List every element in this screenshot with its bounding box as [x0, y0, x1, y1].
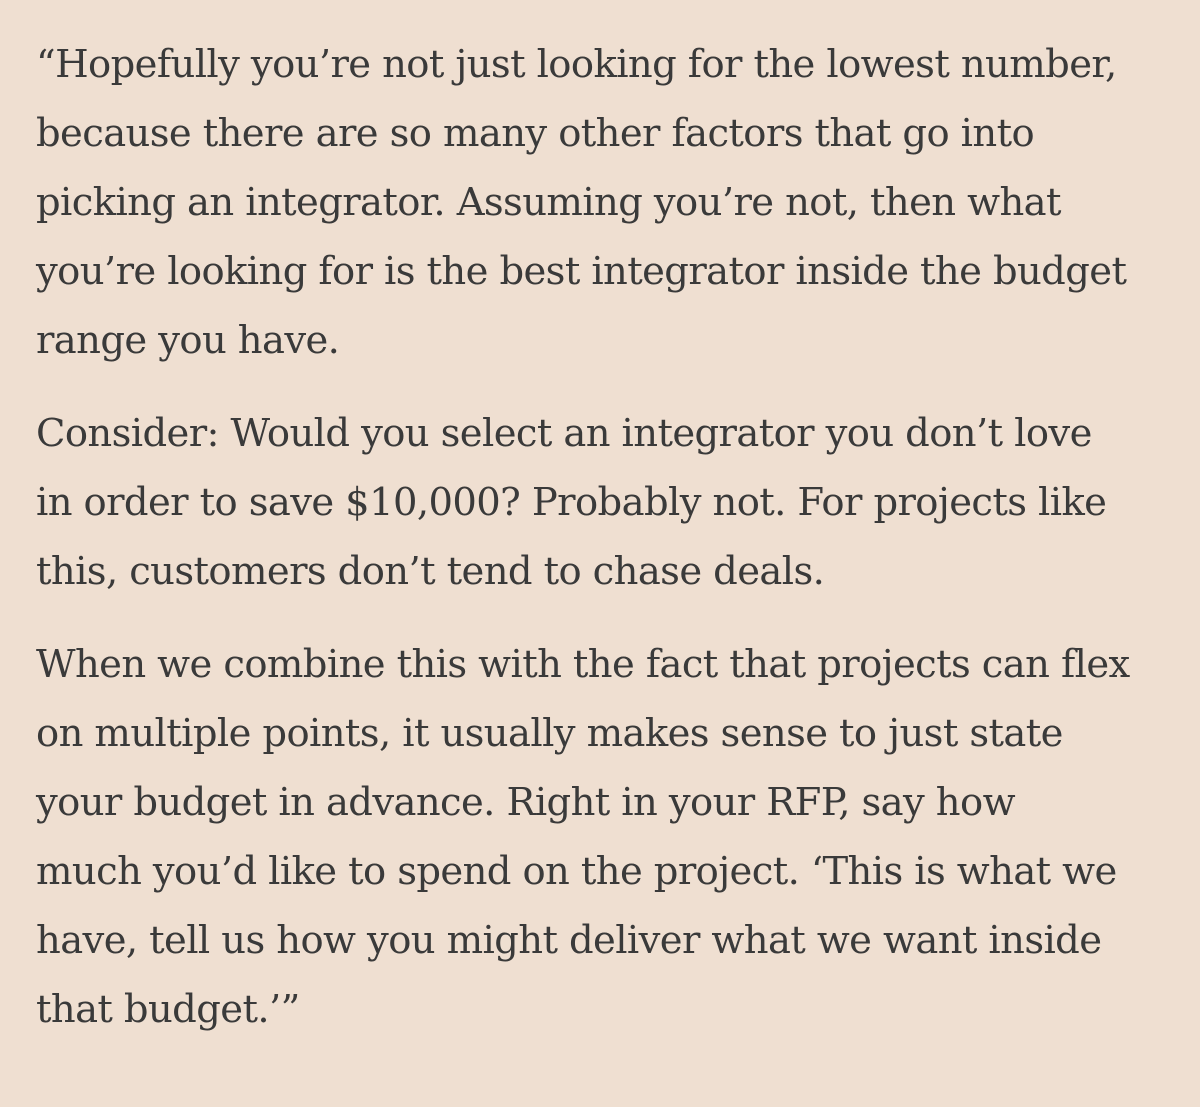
- text-line: “Hopefully you’re not just looking for t…: [36, 42, 1117, 87]
- text-line: much you’d like to spend on the project.…: [36, 849, 1117, 894]
- text-line: because there are so many other factors …: [36, 111, 1035, 156]
- text-line: Consider: Would you select an integrator…: [36, 411, 1092, 456]
- text-line: have, tell us how you might deliver what…: [36, 918, 1102, 963]
- paragraph-consider-savings: Consider: Would you select an integrator…: [36, 399, 1164, 606]
- text-line: you’re looking for is the best integrato…: [36, 249, 1127, 294]
- text-line: in order to save $10,000? Probably not. …: [36, 480, 1107, 525]
- article-quote: “Hopefully you’re not just looking for t…: [0, 0, 1200, 1107]
- text-line: your budget in advance. Right in your RF…: [36, 780, 1016, 825]
- paragraph-state-budget: When we combine this with the fact that …: [36, 630, 1164, 1044]
- text-line: on multiple points, it usually makes sen…: [36, 711, 1063, 756]
- text-line: that budget.’”: [36, 987, 300, 1032]
- text-line: picking an integrator. Assuming you’re n…: [36, 180, 1061, 225]
- text-line: When we combine this with the fact that …: [36, 642, 1130, 687]
- paragraph-budget-range: “Hopefully you’re not just looking for t…: [36, 30, 1164, 375]
- text-line: range you have.: [36, 318, 340, 363]
- text-line: this, customers don’t tend to chase deal…: [36, 549, 825, 594]
